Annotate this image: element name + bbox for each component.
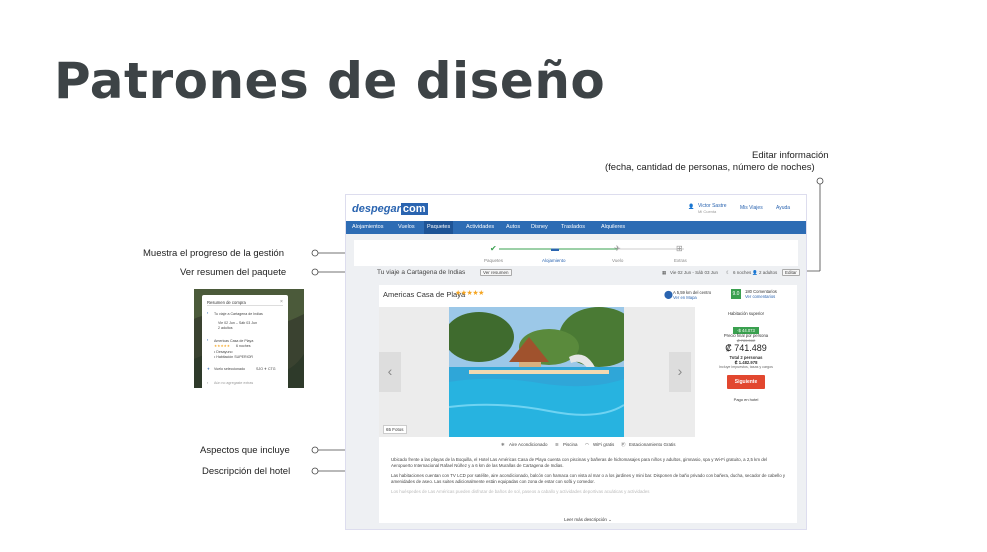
summary-flight-route: SJO ✈ CTG [256,367,276,371]
chevron-down-icon: ⌄ [608,517,612,522]
my-trips-link[interactable]: Mis Viajes [740,205,763,211]
map-pin-icon: ⬤ [664,290,673,299]
annotation-summary: Ver resumen del paquete [180,267,287,278]
description-paragraph-faded: Los huéspedes de Las Américas pueden dis… [391,489,650,494]
amenities-row: ❄ Aire Acondicionado ≋ Piscina ◠ WiFi gr… [379,440,797,452]
view-summary-button[interactable]: Ver resumen [480,269,512,276]
moon-icon: ☾ [726,270,731,275]
plane-icon: ✈ [614,244,621,253]
help-link[interactable]: Ayuda [776,205,790,211]
website-mockup: despegar com 👤 Victor Sastre Mi Cuenta Mi… [345,194,807,530]
user-account[interactable]: Mi Cuenta [698,209,716,214]
hotel-icon: ▪ [207,338,209,342]
progress-track [499,248,684,250]
nav-autos[interactable]: Autos [506,224,520,230]
parking-icon: Ⓟ [621,442,626,447]
annotation-amenities: Aspectos que incluye [200,445,290,456]
trip-title: Tu viaje a Cartagena de Indias [377,269,466,276]
step-alojamiento: Alojamiento [542,258,566,263]
taxes-note: Incluye impuestos, tasas y cargos [719,365,773,369]
summary-adults: 2 adultos [218,326,233,330]
nav-alquileres[interactable]: Alquileres [601,224,625,230]
annotation-description: Descripción del hotel [202,466,291,477]
calendar-icon: ▦ [662,270,667,275]
description-paragraph: Las habitaciones cuentan con TV LCD por … [391,473,786,484]
step-paquetes: Paquetes [484,258,504,263]
trip-bar: Tu viaje a Cartagena de Indias Ver resum… [354,267,800,281]
nav-vuelos[interactable]: Vuelos [398,224,415,230]
amenity-parking: Estacionamiento Gratis [629,442,676,447]
logo-com: com [400,203,428,215]
photo-count[interactable]: 65 Fotos [383,425,407,434]
gallery-next-button[interactable]: › [669,352,691,392]
summary-hotel: Americas Casa de Playa [214,339,254,343]
nav-alojamientos[interactable]: Alojamientos [352,224,384,230]
logo-text: despegar [352,203,401,215]
pool-illustration [449,307,624,437]
extras-icon: ▪ [207,381,209,385]
cart-icon: ⊞ [676,244,683,253]
hotel-pay-note: Pago en hotel [733,397,759,402]
site-logo[interactable]: despegar com [352,203,428,215]
pool-icon: ≋ [555,442,559,447]
next-button[interactable]: Siguiente [727,375,765,389]
annotation-progress: Muestra el progreso de la gestión [143,248,284,259]
map-pin-icon: ▪ [207,311,209,315]
annotation-edit-detail: (fecha, cantidad de personas, número de … [605,162,815,173]
nav-disney[interactable]: Disney [531,224,548,230]
annotation-edit-title: Editar información [752,150,829,161]
plane-icon: ✈ [207,367,211,371]
summary-nights: 6 noches [236,344,251,348]
wifi-icon: ◠ [585,442,589,447]
edit-button[interactable]: Editar [782,269,800,276]
summary-card: Resumen de compra × Tu viaje a Cartagena… [202,295,288,388]
summary-item-breakfast: • Desayuno [214,350,233,354]
amenity-pool: Piscina [563,442,578,447]
person-icon: 👤 [752,270,758,275]
nav-traslados[interactable]: Traslados [561,224,585,230]
amenity-wifi: WiFi gratis [593,442,615,447]
read-more-label: Leer más descripción [564,517,607,522]
summary-panel-screenshot: Resumen de compra × Tu viaje a Cartagena… [194,289,304,388]
price-panel: Habitación superior -$ 44.073 Precio fin… [695,307,797,437]
snowflake-icon: ❄ [501,442,505,447]
hotel-name[interactable]: Americas Casa de Playa [383,290,465,299]
step-vuelo: Vuelo [612,258,624,263]
check-icon: ✔ [490,244,497,253]
amenity-ac: Aire Acondicionado [509,442,548,447]
site-header: despegar com 👤 Victor Sastre Mi Cuenta Mi… [346,195,806,221]
summary-trip: Tu viaje a Cartagena de Indias [214,312,263,316]
user-icon: 👤 [688,204,695,210]
main-nav: Alojamientos Vuelos Paquetes Actividades… [346,221,806,234]
hotel-description: Ubicado frente a las playas de la Boquil… [391,457,787,499]
room-type: Habitación superior [727,311,765,316]
bed-icon: ▬ [551,244,559,253]
read-more-link[interactable]: Leer más descripción ⌄ [379,517,797,523]
nav-actividades[interactable]: Actividades [466,224,494,230]
hotel-card: Americas Casa de Playa ★★★★★ ⬤ A 5,59 km… [379,285,797,523]
summary-stars: ★★★★★ [214,344,231,348]
trip-nights: 6 noches [733,270,752,275]
current-price: ₡ 741.489 [725,343,767,353]
reviews-link[interactable]: Ver comentarios [745,294,775,299]
gallery-prev-button[interactable]: ‹ [379,352,401,392]
summary-dates: Vie 02 Jun – Sáb 03 Jun [218,321,258,325]
nav-paquetes[interactable]: Paquetes [424,221,454,234]
summary-item-room: • Habitación SUPERIOR [214,355,254,359]
summary-flight: Vuelo seleccionado [214,367,246,371]
hotel-photo[interactable] [449,307,624,437]
map-link[interactable]: Ver en Mapa [673,295,697,300]
trip-adults: 2 adultos [759,270,778,275]
trip-dates: Vie 02 Jun - Sáb 03 Jun [670,270,718,275]
review-score: 9.0 [731,289,741,299]
hotel-stars: ★★★★★ [455,290,484,297]
description-paragraph: Ubicado frente a las playas de la Boquil… [391,457,768,468]
progress-stepper: ✔ ▬ ✈ ⊞ Paquetes Alojamiento Vuelo Extra… [354,240,798,266]
step-extras: Extras [674,258,687,263]
summary-extras: Aún no agregaste extras [214,381,254,385]
